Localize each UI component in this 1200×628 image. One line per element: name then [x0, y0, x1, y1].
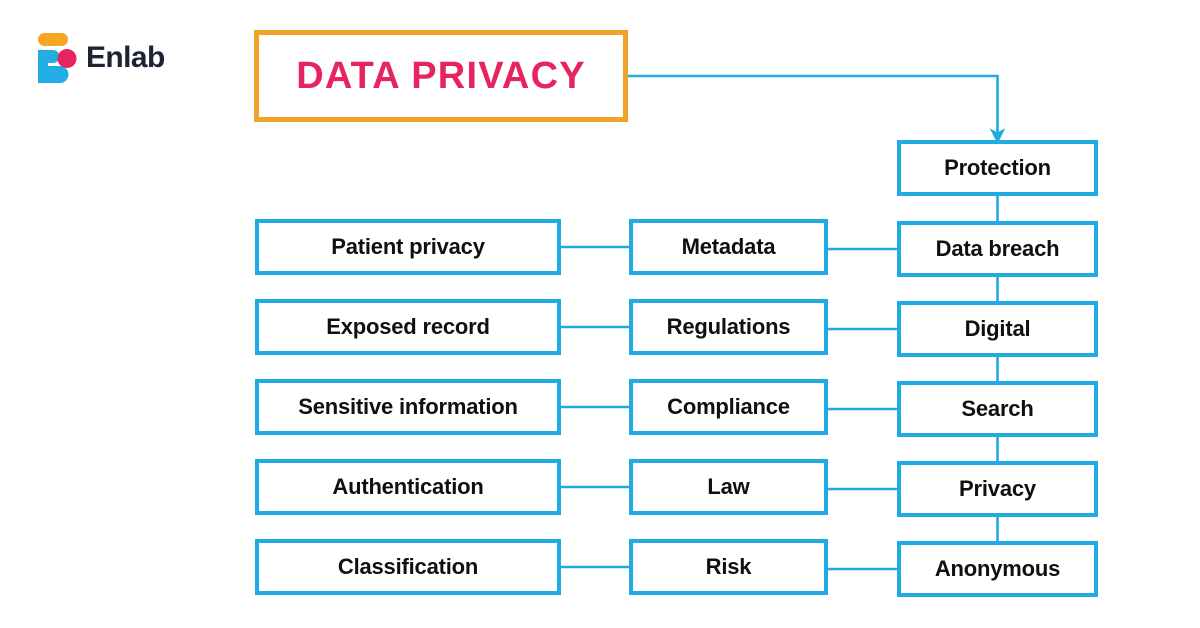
- node-anonymous[interactable]: Anonymous: [897, 541, 1098, 597]
- node-label: Sensitive information: [298, 394, 518, 419]
- node-protection[interactable]: Protection: [897, 140, 1098, 196]
- diagram-title-box: DATA PRIVACY: [254, 30, 628, 122]
- node-label: Protection: [944, 155, 1051, 180]
- node-regulations[interactable]: Regulations: [629, 299, 828, 355]
- brand-logo: Enlab: [36, 33, 266, 85]
- connector-middle-to-right: [828, 247, 897, 571]
- node-metadata[interactable]: Metadata: [629, 219, 828, 275]
- page-title: DATA PRIVACY: [296, 54, 586, 97]
- node-label: Anonymous: [934, 556, 1061, 581]
- node-digital[interactable]: Digital: [897, 301, 1098, 357]
- node-label: Digital: [964, 316, 1031, 341]
- node-privacy[interactable]: Privacy: [897, 461, 1098, 517]
- node-label: Metadata: [681, 234, 776, 259]
- node-compliance[interactable]: Compliance: [629, 379, 828, 435]
- node-label: Risk: [705, 554, 752, 579]
- node-label: Search: [961, 396, 1034, 421]
- node-risk[interactable]: Risk: [629, 539, 828, 595]
- node-label: Regulations: [666, 314, 791, 339]
- node-label: Privacy: [959, 476, 1036, 501]
- brand-name: Enlab: [86, 41, 165, 74]
- connector-title-to-protection: [628, 74, 1006, 144]
- connector-left-to-middle: [561, 245, 629, 569]
- node-label: Compliance: [667, 394, 790, 419]
- node-law[interactable]: Law: [629, 459, 828, 515]
- node-data-breach[interactable]: Data breach: [897, 221, 1098, 277]
- node-label: Exposed record: [326, 314, 490, 339]
- node-label: Data breach: [935, 236, 1060, 261]
- node-search[interactable]: Search: [897, 381, 1098, 437]
- diagram-canvas: Enlab DATA PRIVACY Protection Data breac…: [0, 0, 1200, 628]
- node-classification[interactable]: Classification: [255, 539, 561, 595]
- node-patient-privacy[interactable]: Patient privacy: [255, 219, 561, 275]
- node-label: Classification: [337, 554, 479, 579]
- node-authentication[interactable]: Authentication: [255, 459, 561, 515]
- node-label: Authentication: [332, 474, 484, 499]
- node-exposed-record[interactable]: Exposed record: [255, 299, 561, 355]
- node-label: Law: [707, 474, 750, 499]
- node-label: Patient privacy: [331, 234, 485, 259]
- enlab-logo-icon: [36, 33, 78, 83]
- node-sensitive-information[interactable]: Sensitive information: [255, 379, 561, 435]
